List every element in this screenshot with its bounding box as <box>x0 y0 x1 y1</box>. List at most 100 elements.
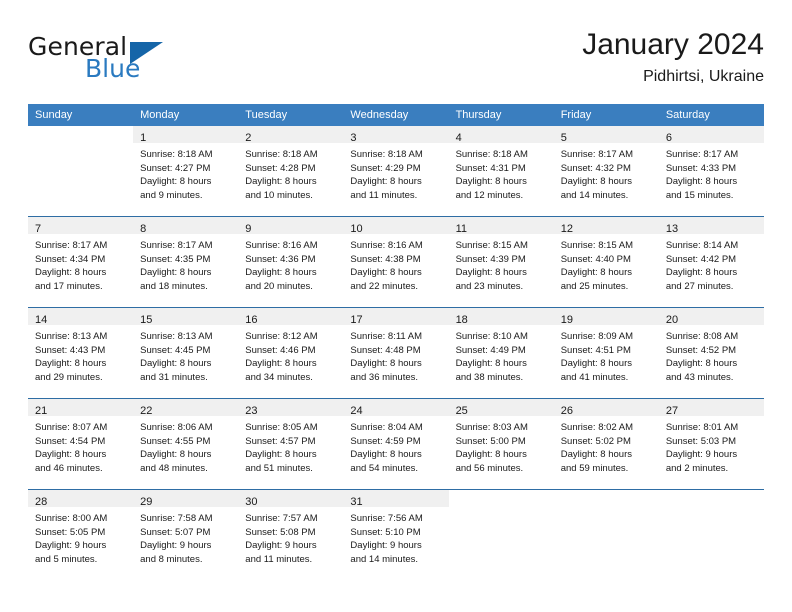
day-number-band: 30 <box>238 490 344 508</box>
daylight-text-line2: and 8 minutes. <box>140 553 203 565</box>
sunset-text: Sunset: 4:29 PM <box>350 162 421 174</box>
daylight-text-line2: and 2 minutes. <box>665 462 729 474</box>
day-cell-inner: 19 Sunrise: 8:09 AM Sunset: 4:51 PM Dayligh… <box>553 308 659 399</box>
daylight-text-line1: Daylight: 8 hours <box>245 358 317 369</box>
calendar-day-cell[interactable]: 18 Sunrise: 8:10 AM Sunset: 4:49 PM Dayligh… <box>448 307 554 399</box>
day-cell-inner: 23 Sunrise: 8:05 AM Sunset: 4:57 PM Dayligh… <box>238 399 344 490</box>
calendar-day-cell[interactable]: 13 Sunrise: 8:14 AM Sunset: 4:42 PM Dayligh… <box>658 216 764 308</box>
day-details: Sunrise: 8:12 AM Sunset: 4:46 PM Daylight:… <box>238 325 343 384</box>
daylight-text-line2: and 27 minutes. <box>665 280 734 292</box>
day-details: Sunrise: 8:17 AM Sunset: 4:33 PM Daylight:… <box>659 143 764 202</box>
calendar-day-cell[interactable]: 2 Sunrise: 8:18 AM Sunset: 4:28 PM Daylight… <box>238 126 344 217</box>
calendar-day-cell[interactable]: 6 Sunrise: 8:17 AM Sunset: 4:33 PM Daylight… <box>658 126 764 217</box>
day-number-band: 15 <box>133 308 239 326</box>
daylight-text-line1: Daylight: 8 hours <box>140 176 212 187</box>
day-number: 2 <box>245 132 252 144</box>
calendar-day-cell[interactable]: 27 Sunrise: 8:01 AM Sunset: 5:03 PM Dayligh… <box>658 398 764 490</box>
day-number: 21 <box>35 405 48 417</box>
day-cell-inner: 7 Sunrise: 8:17 AM Sunset: 4:34 PM Daylight… <box>28 217 134 308</box>
calendar-day-cell[interactable]: 8 Sunrise: 8:17 AM Sunset: 4:35 PM Daylight… <box>133 216 239 308</box>
day-number-band: 31 <box>343 490 449 508</box>
sunset-text: Sunset: 4:59 PM <box>350 435 421 447</box>
daylight-text-line1: Daylight: 8 hours <box>455 449 527 460</box>
weekday-header-row: Sunday Monday Tuesday Wednesday Thursday… <box>28 104 764 126</box>
calendar-day-cell[interactable]: 23 Sunrise: 8:05 AM Sunset: 4:57 PM Dayligh… <box>238 398 344 490</box>
calendar-day-cell[interactable]: 28 Sunrise: 8:00 AM Sunset: 5:05 PM Dayligh… <box>28 489 134 580</box>
calendar-day-cell[interactable]: 3 Sunrise: 8:18 AM Sunset: 4:29 PM Daylight… <box>343 126 449 217</box>
calendar-day-cell[interactable]: 29 Sunrise: 7:58 AM Sunset: 5:07 PM Dayligh… <box>133 489 239 580</box>
day-number-band: 22 <box>133 399 239 417</box>
day-number: 6 <box>665 132 672 144</box>
daylight-text-line1: Daylight: 9 hours <box>140 540 212 551</box>
calendar-day-cell[interactable]: 22 Sunrise: 8:06 AM Sunset: 4:55 PM Dayligh… <box>133 398 239 490</box>
day-number-band: 16 <box>238 308 344 326</box>
calendar-day-cell-empty <box>553 489 659 580</box>
sunset-text: Sunset: 4:51 PM <box>560 344 631 356</box>
daylight-text-line1: Daylight: 8 hours <box>665 358 738 369</box>
general-blue-logo[interactable]: General Blue <box>28 32 248 88</box>
daylight-text-line1: Daylight: 8 hours <box>455 358 527 369</box>
day-number-band: 18 <box>448 308 554 326</box>
day-number-band: 17 <box>343 308 449 326</box>
calendar-day-cell[interactable]: 5 Sunrise: 8:17 AM Sunset: 4:32 PM Daylight… <box>553 126 659 217</box>
calendar-day-cell[interactable]: 24 Sunrise: 8:04 AM Sunset: 4:59 PM Dayligh… <box>343 398 449 490</box>
day-number: 12 <box>560 223 573 235</box>
day-cell-inner <box>554 490 659 580</box>
day-number-band: 25 <box>448 399 554 417</box>
calendar-day-cell[interactable]: 11 Sunrise: 8:15 AM Sunset: 4:39 PM Dayligh… <box>448 216 554 308</box>
calendar-day-cell[interactable]: 31 Sunrise: 7:56 AM Sunset: 5:10 PM Dayligh… <box>343 489 449 580</box>
day-cell-inner: 25 Sunrise: 8:03 AM Sunset: 5:00 PM Dayligh… <box>448 399 554 490</box>
day-number: 17 <box>350 314 363 326</box>
day-number: 8 <box>140 223 147 235</box>
daylight-text-line2: and 54 minutes. <box>350 462 419 474</box>
day-number-band: 27 <box>658 399 764 417</box>
day-cell-inner: 30 Sunrise: 7:57 AM Sunset: 5:08 PM Dayligh… <box>238 490 344 580</box>
day-number-band: 19 <box>553 308 659 326</box>
sunset-text: Sunset: 4:36 PM <box>245 253 316 265</box>
day-number-band: 13 <box>658 217 764 235</box>
calendar-day-cell[interactable]: 16 Sunrise: 8:12 AM Sunset: 4:46 PM Dayligh… <box>238 307 344 399</box>
day-cell-inner: 12 Sunrise: 8:15 AM Sunset: 4:40 PM Dayligh… <box>553 217 659 308</box>
day-number-band: 6 <box>658 126 764 144</box>
day-number: 26 <box>560 405 573 417</box>
calendar-day-cell[interactable]: 21 Sunrise: 8:07 AM Sunset: 4:54 PM Dayligh… <box>28 398 134 490</box>
sunrise-text: Sunrise: 8:00 AM <box>35 513 108 524</box>
daylight-text-line2: and 31 minutes. <box>140 371 208 383</box>
daylight-text-line2: and 36 minutes. <box>350 371 419 383</box>
daylight-text-line2: and 11 minutes. <box>350 189 418 201</box>
calendar-day-cell[interactable]: 1 Sunrise: 8:18 AM Sunset: 4:27 PM Daylight… <box>133 126 239 217</box>
calendar-day-cell[interactable]: 14 Sunrise: 8:13 AM Sunset: 4:43 PM Dayligh… <box>28 307 134 399</box>
daylight-text-line1: Daylight: 9 hours <box>35 540 107 551</box>
calendar-day-cell[interactable]: 30 Sunrise: 7:57 AM Sunset: 5:08 PM Dayligh… <box>238 489 344 580</box>
daylight-text-line1: Daylight: 8 hours <box>245 267 317 278</box>
calendar-day-cell[interactable]: 7 Sunrise: 8:17 AM Sunset: 4:34 PM Daylight… <box>28 216 134 308</box>
day-number: 11 <box>455 223 467 235</box>
day-number-band <box>554 490 659 507</box>
daylight-text-line2: and 17 minutes. <box>35 280 103 292</box>
daylight-text-line2: and 38 minutes. <box>455 371 524 383</box>
day-number-band <box>449 490 554 507</box>
calendar-day-cell[interactable]: 19 Sunrise: 8:09 AM Sunset: 4:51 PM Dayligh… <box>553 307 659 399</box>
calendar-day-cell[interactable]: 12 Sunrise: 8:15 AM Sunset: 4:40 PM Dayligh… <box>553 216 659 308</box>
daylight-text-line1: Daylight: 8 hours <box>665 267 738 278</box>
sunset-text: Sunset: 4:38 PM <box>350 253 421 265</box>
sunrise-text: Sunrise: 8:11 AM <box>350 331 423 342</box>
day-number-band: 10 <box>343 217 449 235</box>
daylight-text-line2: and 12 minutes. <box>455 189 524 201</box>
calendar-day-cell[interactable]: 26 Sunrise: 8:02 AM Sunset: 5:02 PM Dayligh… <box>553 398 659 490</box>
calendar-day-cell[interactable]: 10 Sunrise: 8:16 AM Sunset: 4:38 PM Dayligh… <box>343 216 449 308</box>
day-cell-inner: 6 Sunrise: 8:17 AM Sunset: 4:33 PM Daylight… <box>658 126 764 216</box>
sunset-text: Sunset: 5:00 PM <box>455 435 526 447</box>
day-details: Sunrise: 8:06 AM Sunset: 4:55 PM Daylight:… <box>133 416 238 475</box>
calendar-day-cell[interactable]: 15 Sunrise: 8:13 AM Sunset: 4:45 PM Dayligh… <box>133 307 239 399</box>
day-cell-inner: 1 Sunrise: 8:18 AM Sunset: 4:27 PM Daylight… <box>133 126 239 216</box>
day-details: Sunrise: 8:18 AM Sunset: 4:29 PM Daylight:… <box>343 143 448 202</box>
calendar-day-cell[interactable]: 20 Sunrise: 8:08 AM Sunset: 4:52 PM Dayligh… <box>658 307 764 399</box>
calendar-day-cell[interactable]: 4 Sunrise: 8:18 AM Sunset: 4:31 PM Daylight… <box>448 126 554 217</box>
day-details: Sunrise: 7:56 AM Sunset: 5:10 PM Daylight:… <box>343 507 448 566</box>
calendar-day-cell[interactable]: 25 Sunrise: 8:03 AM Sunset: 5:00 PM Dayligh… <box>448 398 554 490</box>
sunset-text: Sunset: 4:32 PM <box>560 162 631 174</box>
daylight-text-line1: Daylight: 8 hours <box>665 176 738 187</box>
calendar-day-cell[interactable]: 9 Sunrise: 8:16 AM Sunset: 4:36 PM Daylight… <box>238 216 344 308</box>
calendar-day-cell[interactable]: 17 Sunrise: 8:11 AM Sunset: 4:48 PM Dayligh… <box>343 307 449 399</box>
